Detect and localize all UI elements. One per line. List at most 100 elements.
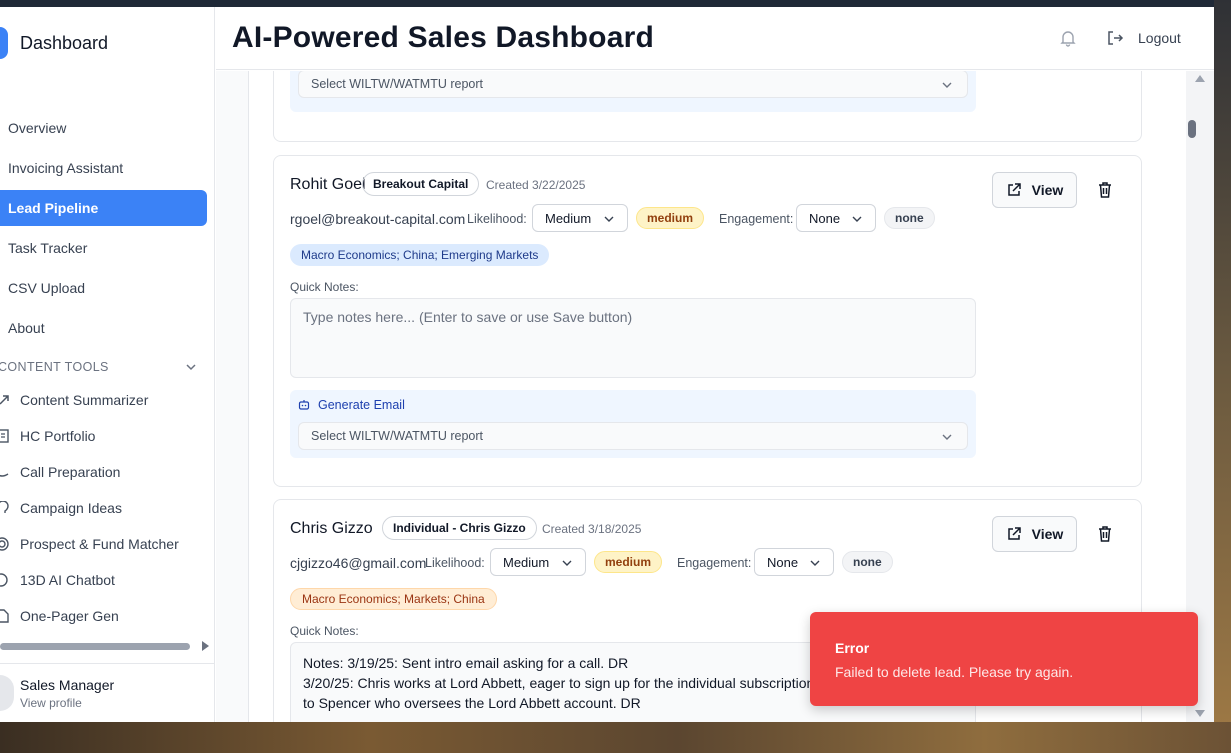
tool-campaign-ideas[interactable]: Campaign Ideas [0, 490, 215, 526]
sidebar-item-overview[interactable]: Overview [0, 110, 207, 146]
interest-tags: Macro Economics; China; Emerging Markets [290, 244, 550, 266]
report-select-value: Select WILTW/WATMTU report [311, 429, 483, 443]
window-top-strip [0, 0, 1231, 7]
notes-placeholder: Type notes here... (Enter to save or use… [303, 309, 633, 325]
scrollbar-thumb[interactable] [0, 643, 190, 650]
likelihood-badge: medium [594, 551, 663, 573]
company-badge: Breakout Capital [362, 172, 480, 196]
sidebar-item-invoicing-assistant[interactable]: Invoicing Assistant [0, 150, 207, 186]
chevron-down-icon [562, 560, 572, 566]
sidebar-item-about[interactable]: About [0, 310, 207, 346]
sidebar-item-csv-upload[interactable]: CSV Upload [0, 270, 207, 306]
logout-label: Logout [1138, 30, 1181, 46]
sidebar-nav: Overview Invoicing Assistant Lead Pipeli… [0, 110, 215, 350]
tool-call-preparation[interactable]: Call Preparation [0, 454, 215, 490]
desktop-background-bottom [0, 722, 1231, 753]
lead-card: Rohit Goel Breakout Capital Created 3/22… [273, 155, 1142, 487]
tool-one-pager-gen[interactable]: One-Pager Gen [0, 598, 215, 634]
view-profile-link[interactable]: View profile [20, 696, 114, 710]
sidebar-item-task-tracker[interactable]: Task Tracker [0, 230, 207, 266]
chevron-down-icon [852, 216, 862, 222]
likelihood-label: Likelihood: [467, 212, 527, 226]
tool-label: HC Portfolio [20, 428, 96, 444]
view-label: View [1031, 526, 1064, 542]
sidebar-horizontal-scrollbar[interactable] [0, 641, 215, 651]
external-link-icon [1007, 527, 1021, 540]
sidebar-item-label: Lead Pipeline [8, 200, 99, 216]
content-tools-header[interactable]: CONTENT TOOLS [0, 357, 215, 377]
chevron-down-icon [810, 560, 820, 566]
engagement-select[interactable]: None [796, 204, 876, 232]
scroll-down-arrow-icon[interactable] [1195, 710, 1205, 717]
notes-textarea[interactable]: Type notes here... (Enter to save or use… [290, 298, 976, 378]
scrollbar-thumb[interactable] [1188, 120, 1196, 138]
scroll-right-arrow-icon[interactable] [202, 641, 209, 651]
logout-button[interactable]: Logout [1106, 26, 1181, 50]
brand[interactable]: Dashboard [0, 25, 108, 61]
tool-hc-portfolio[interactable]: HC Portfolio [0, 418, 215, 454]
report-select[interactable]: Select WILTW/WATMTU report [298, 422, 968, 450]
interest-tags: Macro Economics; Markets; China [290, 588, 497, 610]
avatar [0, 675, 14, 711]
likelihood-badge: medium [636, 207, 705, 229]
error-toast[interactable]: Error Failed to delete lead. Please try … [810, 612, 1198, 706]
sidebar-item-lead-pipeline[interactable]: Lead Pipeline [0, 190, 207, 226]
engagement-value: None [809, 210, 841, 226]
chevron-down-icon [186, 364, 196, 371]
sidebar-item-label: Overview [8, 120, 67, 136]
toast-title: Error [835, 640, 870, 656]
notes-label: Quick Notes: [290, 280, 359, 294]
sidebar-item-label: About [8, 320, 45, 336]
phone-icon [0, 465, 20, 479]
tool-label: Call Preparation [20, 464, 121, 480]
engagement-badge: none [842, 551, 893, 573]
tool-13d-ai-chatbot[interactable]: 13D AI Chatbot [0, 562, 215, 598]
created-date: Created 3/22/2025 [486, 178, 586, 192]
report-select-value: Select WILTW/WATMTU report [311, 77, 483, 91]
view-button[interactable]: View [992, 172, 1077, 208]
report-select[interactable]: Select WILTW/WATMTU report [298, 71, 968, 98]
sidebar-item-label: Task Tracker [8, 240, 88, 256]
tool-content-summarizer[interactable]: Content Summarizer [0, 382, 215, 418]
engagement-badge: none [884, 207, 935, 229]
bot-icon [298, 400, 310, 410]
logout-icon [1108, 31, 1124, 45]
scroll-up-arrow-icon[interactable] [1195, 75, 1205, 82]
chevron-down-icon [604, 216, 614, 222]
desktop-background [1214, 0, 1231, 753]
tool-label: Prospect & Fund Matcher [20, 536, 179, 552]
view-label: View [1031, 182, 1064, 198]
view-button[interactable]: View [992, 516, 1077, 552]
chat-icon [0, 573, 20, 587]
notes-label: Quick Notes: [290, 624, 359, 638]
document-icon [0, 609, 20, 623]
bell-icon[interactable] [1059, 29, 1079, 49]
engagement-select[interactable]: None [754, 548, 834, 576]
likelihood-select[interactable]: Medium [490, 548, 586, 576]
trash-icon[interactable] [1098, 182, 1112, 198]
likelihood-label: Likelihood: [425, 556, 485, 570]
trash-icon[interactable] [1098, 526, 1112, 542]
tool-label: One-Pager Gen [20, 608, 119, 624]
likelihood-select[interactable]: Medium [532, 204, 628, 232]
generate-email-box: Select WILTW/WATMTU report [290, 71, 976, 112]
tool-prospect-fund-matcher[interactable]: Prospect & Fund Matcher [0, 526, 215, 562]
lead-email: rgoel@breakout-capital.com [290, 211, 466, 227]
page-title: AI-Powered Sales Dashboard [232, 21, 654, 54]
lightbulb-icon [0, 501, 20, 515]
content-tools-label: CONTENT TOOLS [0, 360, 109, 374]
likelihood-value: Medium [503, 554, 550, 570]
sidebar-item-label: Invoicing Assistant [8, 160, 124, 176]
profile-name: Sales Manager [20, 676, 115, 693]
lead-name: Chris Gizzo [290, 520, 373, 537]
chevron-down-icon [942, 82, 952, 88]
sidebar-item-label: CSV Upload [8, 280, 86, 296]
target-icon [0, 537, 20, 551]
engagement-value: None [767, 554, 799, 570]
tool-label: Content Summarizer [20, 392, 149, 408]
tool-label: Campaign Ideas [20, 500, 122, 516]
chevron-down-icon [942, 434, 952, 440]
generate-email-header[interactable]: Generate Email [298, 398, 405, 412]
user-profile[interactable]: Sales Manager View profile [0, 663, 215, 722]
created-date: Created 3/18/2025 [542, 522, 642, 536]
